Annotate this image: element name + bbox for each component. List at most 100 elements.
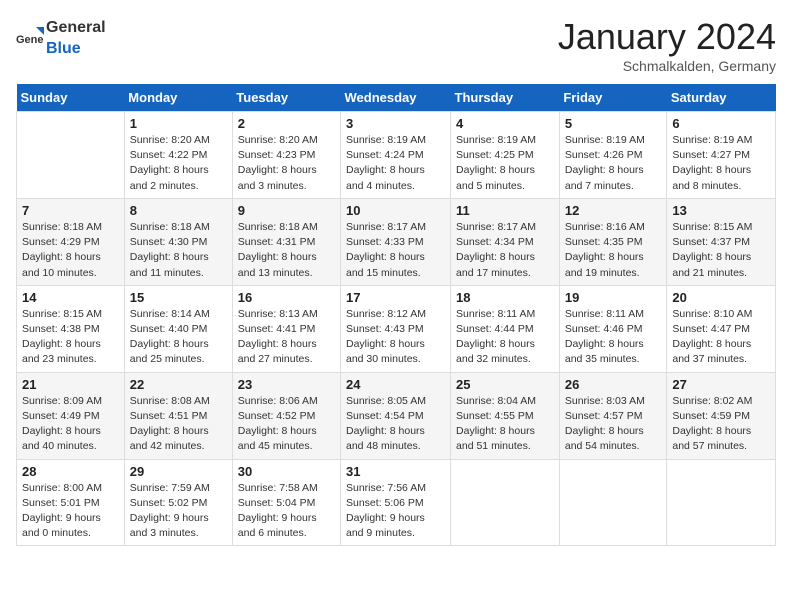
- weekday-header-saturday: Saturday: [667, 84, 776, 112]
- calendar-cell: 30 Sunrise: 7:58 AM Sunset: 5:04 PM Dayl…: [232, 459, 340, 546]
- sunrise: Sunrise: 8:05 AM: [346, 395, 426, 407]
- daylight: Daylight: 8 hours and 19 minutes.: [565, 251, 644, 278]
- calendar-cell: 20 Sunrise: 8:10 AM Sunset: 4:47 PM Dayl…: [667, 285, 776, 372]
- calendar-cell: 28 Sunrise: 8:00 AM Sunset: 5:01 PM Dayl…: [17, 459, 125, 546]
- calendar-week-row: 14 Sunrise: 8:15 AM Sunset: 4:38 PM Dayl…: [17, 285, 776, 372]
- day-number: 16: [238, 290, 335, 305]
- day-number: 29: [130, 464, 227, 479]
- day-number: 21: [22, 377, 119, 392]
- day-number: 27: [672, 377, 770, 392]
- logo-icon: General: [16, 23, 44, 51]
- day-info: Sunrise: 7:59 AM Sunset: 5:02 PM Dayligh…: [130, 481, 227, 542]
- sunset: Sunset: 4:29 PM: [22, 236, 100, 248]
- calendar-cell: 9 Sunrise: 8:18 AM Sunset: 4:31 PM Dayli…: [232, 198, 340, 285]
- sunset: Sunset: 5:02 PM: [130, 497, 208, 509]
- logo-general: General: [46, 19, 106, 36]
- sunset: Sunset: 4:52 PM: [238, 410, 316, 422]
- sunrise: Sunrise: 8:18 AM: [130, 221, 210, 233]
- day-number: 19: [565, 290, 662, 305]
- day-number: 17: [346, 290, 445, 305]
- daylight: Daylight: 8 hours and 10 minutes.: [22, 251, 101, 278]
- day-number: 28: [22, 464, 119, 479]
- daylight: Daylight: 8 hours and 48 minutes.: [346, 425, 425, 452]
- day-info: Sunrise: 8:15 AM Sunset: 4:38 PM Dayligh…: [22, 307, 119, 368]
- day-info: Sunrise: 8:18 AM Sunset: 4:29 PM Dayligh…: [22, 220, 119, 281]
- day-number: 6: [672, 116, 770, 131]
- daylight: Daylight: 8 hours and 2 minutes.: [130, 164, 209, 191]
- weekday-header-sunday: Sunday: [17, 84, 125, 112]
- sunset: Sunset: 4:35 PM: [565, 236, 643, 248]
- calendar-cell: 23 Sunrise: 8:06 AM Sunset: 4:52 PM Dayl…: [232, 372, 340, 459]
- sunset: Sunset: 5:01 PM: [22, 497, 100, 509]
- day-info: Sunrise: 8:05 AM Sunset: 4:54 PM Dayligh…: [346, 394, 445, 455]
- sunset: Sunset: 4:24 PM: [346, 149, 424, 161]
- calendar-week-row: 28 Sunrise: 8:00 AM Sunset: 5:01 PM Dayl…: [17, 459, 776, 546]
- sunrise: Sunrise: 8:06 AM: [238, 395, 318, 407]
- day-info: Sunrise: 8:06 AM Sunset: 4:52 PM Dayligh…: [238, 394, 335, 455]
- calendar-week-row: 7 Sunrise: 8:18 AM Sunset: 4:29 PM Dayli…: [17, 198, 776, 285]
- calendar-cell: 4 Sunrise: 8:19 AM Sunset: 4:25 PM Dayli…: [451, 112, 560, 199]
- day-info: Sunrise: 8:17 AM Sunset: 4:34 PM Dayligh…: [456, 220, 554, 281]
- location: Schmalkalden, Germany: [558, 58, 776, 74]
- sunset: Sunset: 4:49 PM: [22, 410, 100, 422]
- day-info: Sunrise: 8:00 AM Sunset: 5:01 PM Dayligh…: [22, 481, 119, 542]
- sunrise: Sunrise: 8:08 AM: [130, 395, 210, 407]
- daylight: Daylight: 9 hours and 6 minutes.: [238, 512, 317, 539]
- daylight: Daylight: 8 hours and 13 minutes.: [238, 251, 317, 278]
- day-number: 1: [130, 116, 227, 131]
- calendar-cell: 7 Sunrise: 8:18 AM Sunset: 4:29 PM Dayli…: [17, 198, 125, 285]
- sunrise: Sunrise: 7:59 AM: [130, 482, 210, 494]
- page-header: General General Blue January 2024 Schmal…: [16, 16, 776, 74]
- day-number: 9: [238, 203, 335, 218]
- day-info: Sunrise: 8:20 AM Sunset: 4:23 PM Dayligh…: [238, 133, 335, 194]
- daylight: Daylight: 9 hours and 3 minutes.: [130, 512, 209, 539]
- sunset: Sunset: 4:31 PM: [238, 236, 316, 248]
- day-info: Sunrise: 8:18 AM Sunset: 4:31 PM Dayligh…: [238, 220, 335, 281]
- day-number: 4: [456, 116, 554, 131]
- day-number: 3: [346, 116, 445, 131]
- calendar-cell: 8 Sunrise: 8:18 AM Sunset: 4:30 PM Dayli…: [124, 198, 232, 285]
- day-number: 11: [456, 203, 554, 218]
- sunrise: Sunrise: 8:17 AM: [346, 221, 426, 233]
- day-info: Sunrise: 8:14 AM Sunset: 4:40 PM Dayligh…: [130, 307, 227, 368]
- day-info: Sunrise: 8:08 AM Sunset: 4:51 PM Dayligh…: [130, 394, 227, 455]
- daylight: Daylight: 8 hours and 25 minutes.: [130, 338, 209, 365]
- day-info: Sunrise: 8:02 AM Sunset: 4:59 PM Dayligh…: [672, 394, 770, 455]
- sunset: Sunset: 4:38 PM: [22, 323, 100, 335]
- daylight: Daylight: 8 hours and 35 minutes.: [565, 338, 644, 365]
- day-info: Sunrise: 8:03 AM Sunset: 4:57 PM Dayligh…: [565, 394, 662, 455]
- day-number: 14: [22, 290, 119, 305]
- calendar-cell: 18 Sunrise: 8:11 AM Sunset: 4:44 PM Dayl…: [451, 285, 560, 372]
- calendar-cell: 19 Sunrise: 8:11 AM Sunset: 4:46 PM Dayl…: [559, 285, 667, 372]
- sunrise: Sunrise: 8:18 AM: [22, 221, 102, 233]
- calendar-week-row: 1 Sunrise: 8:20 AM Sunset: 4:22 PM Dayli…: [17, 112, 776, 199]
- daylight: Daylight: 8 hours and 3 minutes.: [238, 164, 317, 191]
- sunrise: Sunrise: 8:04 AM: [456, 395, 536, 407]
- daylight: Daylight: 9 hours and 9 minutes.: [346, 512, 425, 539]
- calendar-cell: [667, 459, 776, 546]
- calendar-cell: 25 Sunrise: 8:04 AM Sunset: 4:55 PM Dayl…: [451, 372, 560, 459]
- sunset: Sunset: 4:26 PM: [565, 149, 643, 161]
- sunset: Sunset: 4:37 PM: [672, 236, 750, 248]
- daylight: Daylight: 9 hours and 0 minutes.: [22, 512, 101, 539]
- logo-blue: Blue: [46, 40, 81, 57]
- sunset: Sunset: 5:06 PM: [346, 497, 424, 509]
- day-number: 13: [672, 203, 770, 218]
- weekday-header-wednesday: Wednesday: [341, 84, 451, 112]
- sunset: Sunset: 4:54 PM: [346, 410, 424, 422]
- daylight: Daylight: 8 hours and 51 minutes.: [456, 425, 535, 452]
- sunset: Sunset: 4:41 PM: [238, 323, 316, 335]
- day-info: Sunrise: 8:19 AM Sunset: 4:26 PM Dayligh…: [565, 133, 662, 194]
- day-number: 10: [346, 203, 445, 218]
- day-info: Sunrise: 7:56 AM Sunset: 5:06 PM Dayligh…: [346, 481, 445, 542]
- sunset: Sunset: 4:44 PM: [456, 323, 534, 335]
- day-number: 20: [672, 290, 770, 305]
- sunrise: Sunrise: 8:11 AM: [456, 308, 535, 320]
- calendar-cell: 1 Sunrise: 8:20 AM Sunset: 4:22 PM Dayli…: [124, 112, 232, 199]
- daylight: Daylight: 8 hours and 7 minutes.: [565, 164, 644, 191]
- logo: General General Blue: [16, 16, 106, 58]
- sunset: Sunset: 4:59 PM: [672, 410, 750, 422]
- sunrise: Sunrise: 8:16 AM: [565, 221, 645, 233]
- calendar-cell: [451, 459, 560, 546]
- weekday-header-tuesday: Tuesday: [232, 84, 340, 112]
